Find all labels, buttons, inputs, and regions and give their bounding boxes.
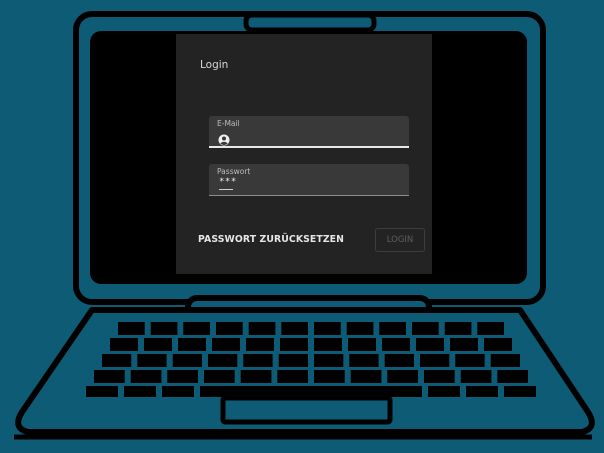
account-circle-icon [218, 131, 230, 146]
keyboard-key [94, 370, 125, 383]
login-button[interactable]: LOGIN [375, 228, 425, 252]
login-panel: Login E-Mail Passwort *** PASSWORT ZURÜC… [176, 34, 432, 274]
keyboard-key [450, 338, 478, 351]
keyboard-key [497, 370, 528, 383]
keyboard-key [144, 338, 172, 351]
password-value: *** [219, 177, 237, 187]
keyboard-key [379, 322, 406, 335]
keyboard-key [477, 322, 504, 335]
keyboard-key [150, 322, 178, 335]
keyboard-key [248, 322, 276, 335]
keyboard-key [384, 354, 414, 367]
keyboard-key [349, 354, 379, 367]
keyboard-key [280, 338, 308, 351]
password-field[interactable]: Passwort *** [209, 164, 409, 196]
camera-notch [243, 12, 377, 33]
keyboard-key [314, 354, 344, 367]
spacebar-key [200, 386, 422, 397]
keyboard-key [346, 322, 374, 335]
keyboard-key [86, 386, 118, 397]
keyboard-key [424, 370, 455, 383]
keyboard-key [314, 322, 341, 335]
keyboard-key [420, 354, 450, 367]
touchpad [220, 395, 393, 425]
keyboard-key [350, 370, 382, 383]
keyboard-key [183, 322, 210, 335]
login-title: Login [200, 59, 229, 71]
keyboard-key [204, 370, 235, 383]
keyboard-key [208, 354, 238, 367]
keyboard-key [216, 322, 243, 335]
keyboard-key [277, 370, 308, 383]
keyboard-key [162, 386, 194, 397]
keyboard-key [460, 370, 492, 383]
keyboard-key [348, 338, 376, 351]
keyboard-key [387, 370, 418, 383]
keyboard-key [137, 354, 167, 367]
keyboard-key [240, 370, 272, 383]
keyboard-key [314, 338, 342, 351]
keyboard-key [490, 354, 520, 367]
keyboard-key [314, 370, 345, 383]
keyboard-key [246, 338, 274, 351]
keyboard-key [455, 354, 485, 367]
keyboard-key [278, 354, 308, 367]
keyboard-key [428, 386, 460, 397]
keyboard-key [484, 338, 512, 351]
keyboard-key [172, 354, 202, 367]
keyboard-key [212, 338, 240, 351]
email-field[interactable]: E-Mail [209, 116, 409, 148]
keyboard-key [466, 386, 498, 397]
keyboard-key [167, 370, 198, 383]
password-label: Passwort [217, 167, 251, 176]
keyboard-key [243, 354, 273, 367]
keyboard-key [178, 338, 206, 351]
keyboard-key [444, 322, 472, 335]
keyboard-key [504, 386, 536, 397]
keyboard-key [382, 338, 410, 351]
email-label: E-Mail [217, 119, 240, 128]
keyboard-key [130, 370, 162, 383]
keyboard-key [110, 338, 138, 351]
keyboard-key [416, 338, 444, 351]
password-value-underline [219, 189, 233, 190]
keyboard-key [412, 322, 439, 335]
keyboard-key [281, 322, 308, 335]
keyboard-key [102, 354, 132, 367]
keyboard-key [124, 386, 156, 397]
keyboard-key [118, 322, 145, 335]
reset-password-button[interactable]: PASSWORT ZURÜCKSETZEN [198, 232, 344, 248]
